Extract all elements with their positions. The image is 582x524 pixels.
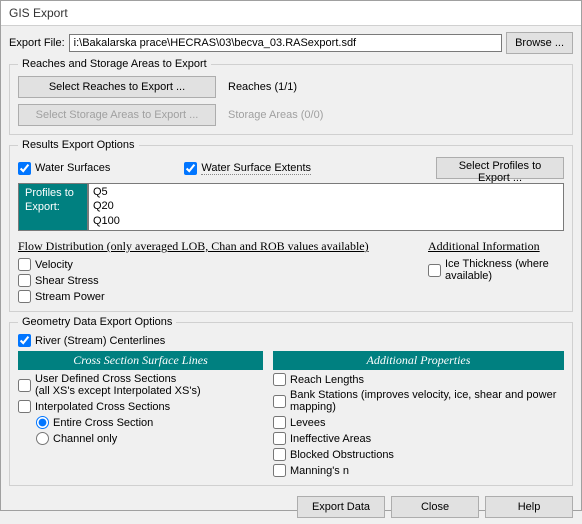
flow-dist-header: Flow Distribution (only averaged LOB, Ch… [18, 239, 408, 254]
profiles-list[interactable]: Q5 Q20 Q100 [88, 183, 564, 231]
additional-info-header: Additional Information [428, 239, 564, 254]
profile-item[interactable]: Q100 [93, 214, 559, 228]
profile-item[interactable]: Q5 [93, 185, 559, 199]
mannings-check[interactable]: Manning's n [273, 464, 564, 477]
reaches-legend: Reaches and Storage Areas to Export [18, 58, 211, 70]
entire-radio[interactable]: Entire Cross Section [36, 416, 263, 429]
select-reaches-button[interactable]: Select Reaches to Export ... [18, 76, 216, 98]
channel-only-radio[interactable]: Channel only [36, 432, 263, 445]
stream-power-check[interactable]: Stream Power [18, 290, 408, 303]
export-data-button[interactable]: Export Data [297, 496, 385, 518]
ineffective-check[interactable]: Ineffective Areas [273, 432, 564, 445]
interpolated-check[interactable]: Interpolated Cross Sections [18, 400, 263, 413]
shear-stress-check[interactable]: Shear Stress [18, 274, 408, 287]
water-surfaces-check[interactable]: Water Surfaces [18, 162, 110, 175]
export-file-input[interactable] [69, 34, 502, 52]
levees-check[interactable]: Levees [273, 416, 564, 429]
results-legend: Results Export Options [18, 139, 139, 151]
profiles-label: Profiles to Export: [18, 183, 88, 231]
bank-stations-check[interactable]: Bank Stations (improves velocity, ice, s… [273, 389, 564, 413]
blocked-check[interactable]: Blocked Obstructions [273, 448, 564, 461]
river-centerlines-check[interactable]: River (Stream) Centerlines [18, 334, 564, 347]
additional-props-header: Additional Properties [273, 351, 564, 370]
reaches-count: Reaches (1/1) [228, 81, 297, 93]
cross-section-header: Cross Section Surface Lines [18, 351, 263, 370]
geometry-legend: Geometry Data Export Options [18, 316, 176, 328]
select-storage-button: Select Storage Areas to Export ... [18, 104, 216, 126]
geometry-group: Geometry Data Export Options River (Stre… [9, 316, 573, 486]
export-file-label: Export File: [9, 37, 65, 49]
window-title: GIS Export [1, 1, 581, 26]
storage-count: Storage Areas (0/0) [228, 109, 323, 121]
reach-lengths-check[interactable]: Reach Lengths [273, 373, 564, 386]
ice-thickness-check[interactable]: Ice Thickness (where available) [428, 258, 564, 282]
help-button[interactable]: Help [485, 496, 573, 518]
profile-item[interactable]: Q20 [93, 199, 559, 213]
close-button[interactable]: Close [391, 496, 479, 518]
reaches-group: Reaches and Storage Areas to Export Sele… [9, 58, 573, 135]
select-profiles-button[interactable]: Select Profiles to Export ... [436, 157, 564, 179]
velocity-check[interactable]: Velocity [18, 258, 408, 271]
browse-button[interactable]: Browse ... [506, 32, 573, 54]
water-surface-extents-check[interactable]: Water Surface Extents [184, 162, 311, 175]
user-defined-check[interactable]: User Defined Cross Sections (all XS's ex… [18, 373, 263, 397]
results-group: Results Export Options Water Surfaces Wa… [9, 139, 573, 312]
